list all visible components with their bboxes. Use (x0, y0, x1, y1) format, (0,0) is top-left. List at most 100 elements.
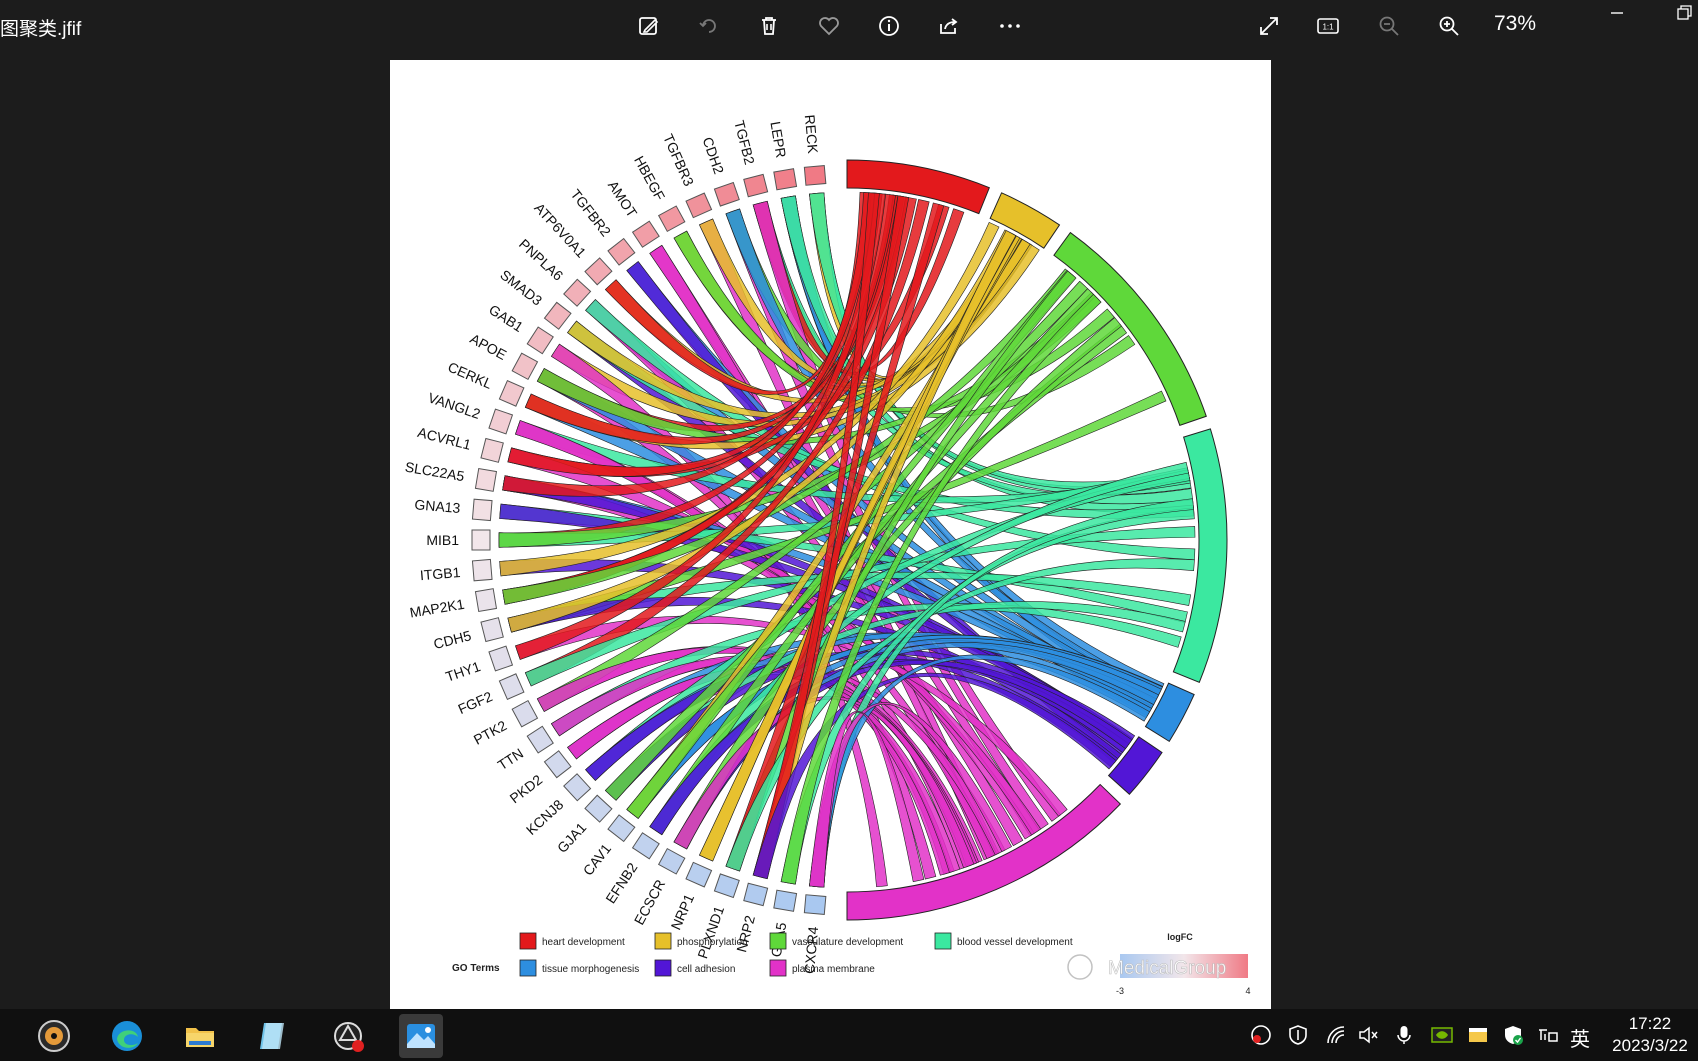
gene-logfc-box (657, 847, 686, 875)
input-switch-tray-button[interactable] (1537, 1024, 1561, 1048)
gene-logfc-box (584, 257, 613, 286)
gene-logfc-box (773, 889, 798, 912)
actual-size-button[interactable]: 1:1 (1308, 6, 1348, 46)
minimize-button[interactable] (1600, 0, 1634, 30)
gene-label: GAB1 (486, 301, 526, 335)
gene-label: RECK (802, 114, 821, 155)
screen-recorder-icon (334, 1022, 364, 1052)
gene-logfc-box (488, 645, 514, 672)
gene-logfc-box (480, 437, 504, 463)
gene-label: LEPR (767, 120, 789, 159)
zoom-in-icon (1439, 16, 1459, 36)
system-clock[interactable]: 17:22 2023/3/22 (1595, 1013, 1698, 1057)
logfc-max-label: 4 (1245, 986, 1250, 996)
gene-logfc-box (498, 673, 525, 701)
record-tray-icon (1251, 1025, 1271, 1045)
legend-label: cell adhesion (677, 964, 735, 975)
screen-recorder-button[interactable] (326, 1014, 370, 1058)
volume-muted-icon (1359, 1026, 1378, 1044)
watermark: MedicalGroup (1108, 958, 1226, 979)
gene-logfc-box (474, 588, 498, 612)
legend-label: heart development (542, 937, 625, 948)
file-name: 图聚类.jfif (0, 19, 82, 40)
taskbar: 英 17:22 2023/3/22 (0, 1009, 1698, 1061)
zoom-out-button[interactable] (1369, 6, 1409, 46)
gene-label: APOE (467, 330, 509, 363)
gene-label: MAP2K1 (408, 596, 465, 621)
favorite-button[interactable] (809, 6, 849, 46)
volume-tray-button[interactable] (1357, 1024, 1381, 1048)
wifi-tray-icon (1327, 1026, 1345, 1044)
logfc-min-label: -3 (1116, 986, 1124, 996)
edit-image-button[interactable] (629, 6, 669, 46)
gene-logfc-box (480, 617, 504, 643)
gene-logfc-box (543, 750, 572, 779)
input-method-indicator[interactable]: 英 (1570, 1023, 1590, 1052)
gene-logfc-box (498, 379, 525, 407)
share-icon (940, 18, 958, 34)
microphone-tray-button[interactable] (1393, 1024, 1417, 1048)
gene-logfc-box (511, 352, 539, 381)
gene-label: KCNJ8 (523, 796, 567, 838)
legend-swatch (934, 932, 952, 950)
gene-logfc-box (773, 168, 798, 191)
input-switch-icon (1539, 1029, 1558, 1042)
gene-label: AMOT (605, 178, 641, 221)
notepad-icon (260, 1023, 284, 1049)
zoom-in-button[interactable] (1429, 6, 1469, 46)
legend-swatch (769, 959, 787, 977)
defender-tray-button[interactable] (1502, 1024, 1526, 1048)
gene-label: CERKL (445, 359, 494, 392)
window-tray-button[interactable] (1467, 1024, 1491, 1048)
gene-label: NRP1 (667, 891, 697, 932)
gene-label: THY1 (443, 658, 482, 685)
legend-title: GO Terms (452, 963, 500, 974)
delete-button[interactable] (749, 6, 789, 46)
gene-logfc-box (511, 699, 539, 728)
gene-logfc-box (563, 773, 592, 802)
gene-label: CAV1 (580, 840, 615, 878)
gene-label: TGFBR3 (660, 131, 697, 188)
rotate-button[interactable] (689, 6, 729, 46)
gene-logfc-box (713, 873, 740, 899)
legend-label: phosphorylation (677, 937, 748, 948)
gene-label: ACVRL1 (416, 424, 473, 453)
photos-app-button[interactable] (399, 1014, 443, 1058)
record-tray-button[interactable] (1250, 1024, 1274, 1048)
gene-logfc-box (713, 181, 740, 207)
defender-icon (1505, 1026, 1523, 1045)
gene-label: EFNB2 (602, 860, 640, 907)
wifi-tray-button[interactable] (1325, 1024, 1349, 1048)
edge-browser-button[interactable] (105, 1014, 149, 1058)
title-bar: 图聚类.jfif 1:1 73% (0, 0, 1698, 52)
notepad-button[interactable] (251, 1014, 295, 1058)
file-explorer-icon (186, 1028, 214, 1047)
gene-logfc-box (607, 814, 636, 843)
gene-label: GNA13 (414, 496, 461, 516)
security-tray-button[interactable] (1287, 1024, 1311, 1048)
gene-logfc-box (631, 832, 660, 860)
more-button[interactable] (990, 6, 1030, 46)
go-chord-diagram: RECKLEPRTGFB2CDH2TGFBR3HBEGFAMOTTGFBR2AT… (404, 114, 1251, 996)
gene-logfc-box (563, 278, 592, 307)
gene-label: ITGB1 (419, 564, 461, 583)
minimize-icon (1611, 12, 1623, 14)
fullscreen-button[interactable] (1249, 6, 1289, 46)
disc-app-button[interactable] (32, 1014, 76, 1058)
gene-logfc-box (743, 173, 769, 198)
nvidia-tray-button[interactable] (1431, 1024, 1455, 1048)
restore-button[interactable] (1664, 0, 1698, 30)
window-tray-icon (1469, 1028, 1487, 1042)
info-button[interactable] (869, 6, 909, 46)
gene-label: MIB1 (426, 532, 459, 548)
gene-label: TGFB2 (731, 119, 758, 167)
zoom-level: 73% (1494, 12, 1537, 35)
gene-logfc-box (685, 861, 713, 888)
gene-label: CDH2 (700, 135, 728, 176)
file-explorer-button[interactable] (178, 1014, 222, 1058)
gene-logfc-box (631, 220, 660, 248)
share-button[interactable] (929, 6, 969, 46)
legend-swatch (519, 932, 537, 950)
actual-size-label: 1:1 (1322, 23, 1334, 32)
gene-label: PKD2 (507, 771, 546, 806)
